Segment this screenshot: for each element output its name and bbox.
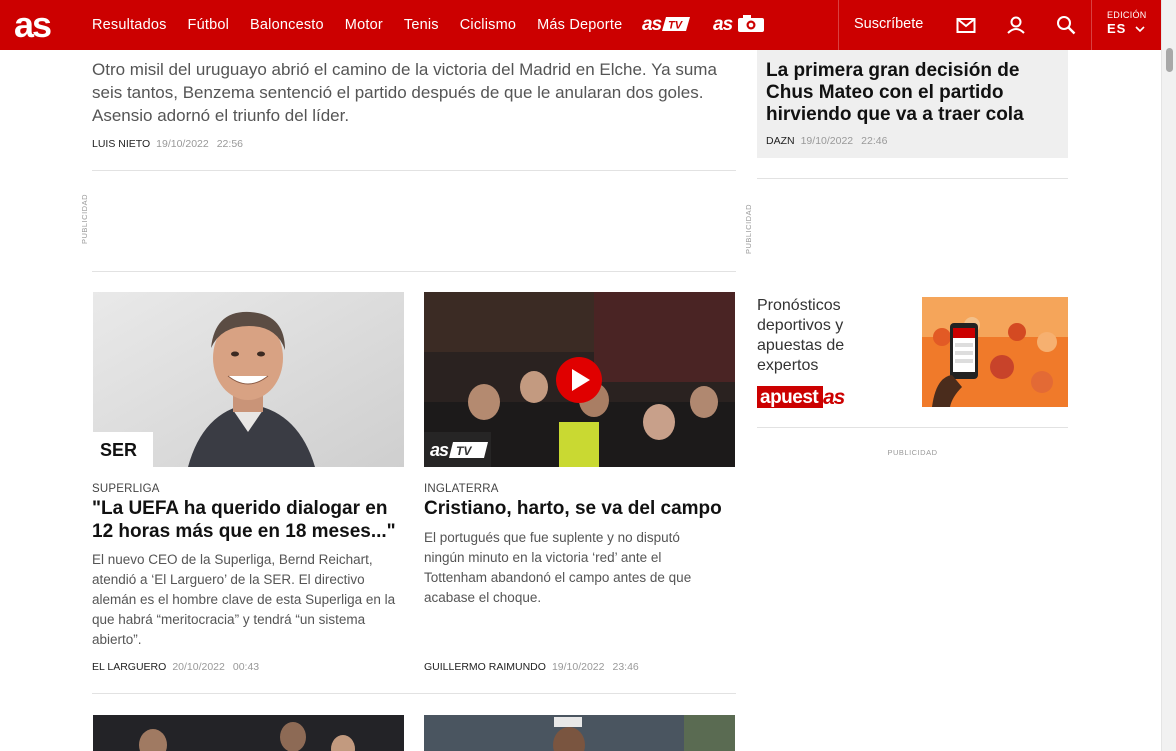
author-link[interactable]: LUIS NIETO (92, 138, 150, 150)
svg-text:as: as (713, 14, 733, 35)
mail-icon[interactable] (955, 14, 977, 36)
article-byline: GUILLERMO RAIMUNDO 19/10/2022 23:46 (424, 661, 639, 673)
date: 20/10/2022 (172, 661, 225, 673)
ad-label: PUBLICIDAD (744, 203, 753, 254)
svg-text:TV: TV (456, 444, 472, 458)
sidebar-headline[interactable]: La primera gran decisión de Chus Mateo c… (766, 60, 1056, 126)
betting-promo-image[interactable] (922, 297, 1068, 407)
author-link[interactable]: EL LARGUERO (92, 661, 166, 673)
date: 19/10/2022 (551, 661, 605, 673)
divider (757, 178, 1068, 179)
page-scrollbar[interactable] (1161, 0, 1176, 751)
article-image[interactable] (93, 715, 404, 751)
betting-promo-text[interactable]: Pronósticos deportivos y apuestas de exp… (757, 296, 897, 376)
main-nav: Resultados Fútbol Baloncesto Motor Tenis… (92, 0, 643, 50)
sidebar-featured-article[interactable]: La primera gran decisión de Chus Mateo c… (757, 50, 1068, 158)
apuestas-logo[interactable]: apuest as (757, 386, 861, 410)
edition-selector[interactable]: EDICIÓN ES (1107, 10, 1147, 38)
nav-item-futbol[interactable]: Fútbol (188, 17, 230, 33)
date: 19/10/2022 (156, 138, 209, 150)
svg-text:as: as (430, 440, 449, 460)
lead-article-summary: Otro misil del uruguayo abrió el camino … (92, 60, 717, 125)
svg-text:as: as (823, 386, 845, 409)
section-kicker[interactable]: SUPERLIGA (92, 483, 160, 495)
ad-label: PUBLICIDAD (887, 448, 938, 457)
author-link[interactable]: GUILLERMO RAIMUNDO (424, 661, 546, 673)
article-byline: EL LARGUERO 20/10/2022 00:43 (92, 661, 259, 673)
article-image-superliga[interactable]: SER (93, 292, 404, 467)
nav-item-motor[interactable]: Motor (345, 17, 383, 33)
divider (1091, 0, 1092, 50)
date: 19/10/2022 (800, 135, 854, 147)
nav-item-resultados[interactable]: Resultados (92, 17, 167, 33)
subscribe-link[interactable]: Suscríbete (854, 16, 923, 32)
search-icon[interactable] (1055, 14, 1077, 36)
nav-item-baloncesto[interactable]: Baloncesto (250, 17, 324, 33)
as-tv-logo[interactable]: as TV (642, 13, 692, 35)
user-icon[interactable] (1005, 14, 1027, 36)
chevron-down-icon (1135, 26, 1145, 32)
sidebar-byline: DAZN 19/10/2022 22:46 (766, 135, 887, 147)
section-kicker[interactable]: INGLATERRA (424, 483, 499, 495)
time: 00:43 (232, 661, 260, 673)
nav-item-mas-deporte[interactable]: Más Deporte (537, 17, 622, 33)
ad-label: PUBLICIDAD (80, 193, 89, 244)
article-image[interactable] (424, 715, 735, 751)
article-video-thumbnail[interactable]: as TV (424, 292, 735, 467)
time: 22:56 (216, 138, 243, 150)
divider (92, 693, 736, 694)
article-headline[interactable]: "La UEFA ha querido dialogar en 12 horas… (92, 497, 407, 543)
svg-text:SER: SER (100, 440, 137, 460)
as-foto-logo[interactable]: as (713, 13, 767, 35)
svg-text:apuest: apuest (760, 387, 819, 408)
svg-text:TV: TV (668, 20, 684, 32)
time: 22:46 (861, 135, 888, 147)
author-link[interactable]: DAZN (766, 135, 795, 147)
edition-label: EDICIÓN (1107, 10, 1147, 20)
nav-item-ciclismo[interactable]: Ciclismo (460, 17, 516, 33)
time: 23:46 (612, 661, 639, 673)
article-summary: El nuevo CEO de la Superliga, Bernd Reic… (92, 552, 396, 647)
article-summary: El portugués que fue suplente y no dispu… (424, 530, 692, 605)
scrollbar-thumb[interactable] (1166, 48, 1173, 72)
edition-value: ES (1107, 21, 1127, 36)
nav-item-tenis[interactable]: Tenis (404, 17, 439, 33)
as-logo[interactable]: as (14, 7, 64, 43)
svg-text:as: as (642, 14, 662, 35)
divider (92, 170, 736, 171)
divider (92, 271, 736, 272)
article-headline[interactable]: Cristiano, harto, se va del campo (424, 497, 739, 520)
lead-byline: LUIS NIETO 19/10/2022 22:56 (92, 138, 243, 150)
svg-text:as: as (14, 7, 51, 43)
top-navigation-bar: as Resultados Fútbol Baloncesto Motor Te… (0, 0, 1161, 50)
divider (757, 427, 1068, 428)
divider (838, 0, 839, 50)
